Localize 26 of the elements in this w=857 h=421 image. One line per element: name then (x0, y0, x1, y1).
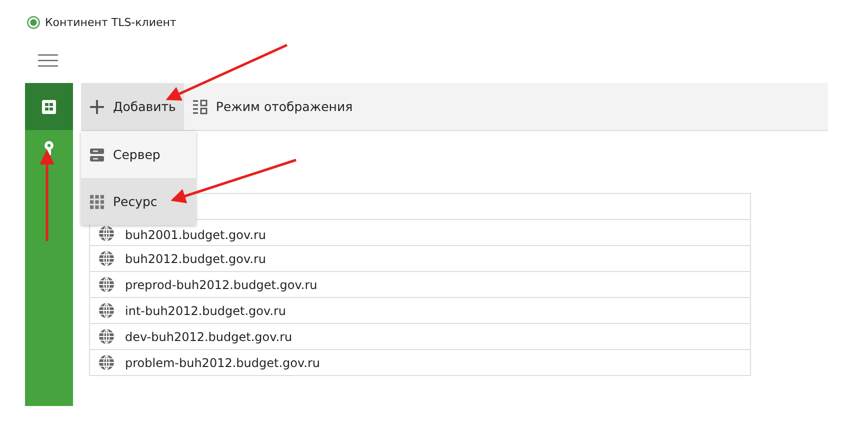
key-icon (43, 140, 55, 156)
resource-name[interactable]: buh2012.budget.gov.ru (125, 252, 266, 266)
globe-icon (98, 328, 115, 345)
globe-icon (98, 276, 115, 293)
toolbar-button[interactable]: Режим отображения (184, 83, 361, 130)
globe-icon (98, 250, 115, 267)
resource-name[interactable]: problem-buh2012.budget.gov.ru (125, 356, 320, 370)
window-title: Континент TLS-клиент (45, 16, 176, 28)
toolbar-button[interactable]: Добавить (81, 83, 184, 130)
sidebar-item[interactable] (25, 83, 73, 130)
table-icon (41, 98, 57, 114)
server-icon (89, 146, 105, 162)
resource-name[interactable]: buh2001.budget.gov.ru (125, 228, 266, 242)
app-logo-icon (27, 16, 40, 28)
resource-name[interactable]: preprod-buh2012.budget.gov.ru (125, 278, 318, 292)
plus-icon (89, 98, 105, 114)
layout-icon (192, 98, 208, 114)
globe-icon (98, 225, 115, 242)
menu-item[interactable]: Ресурс (81, 178, 196, 225)
resource-name[interactable]: dev-buh2012.budget.gov.ru (125, 330, 292, 344)
menu-item[interactable]: Сервер (81, 131, 196, 178)
menu-icon[interactable] (38, 54, 58, 67)
globe-icon (98, 302, 115, 319)
grid-icon (89, 194, 105, 210)
globe-icon (98, 354, 115, 371)
resource-name[interactable]: int-buh2012.budget.gov.ru (125, 304, 286, 318)
